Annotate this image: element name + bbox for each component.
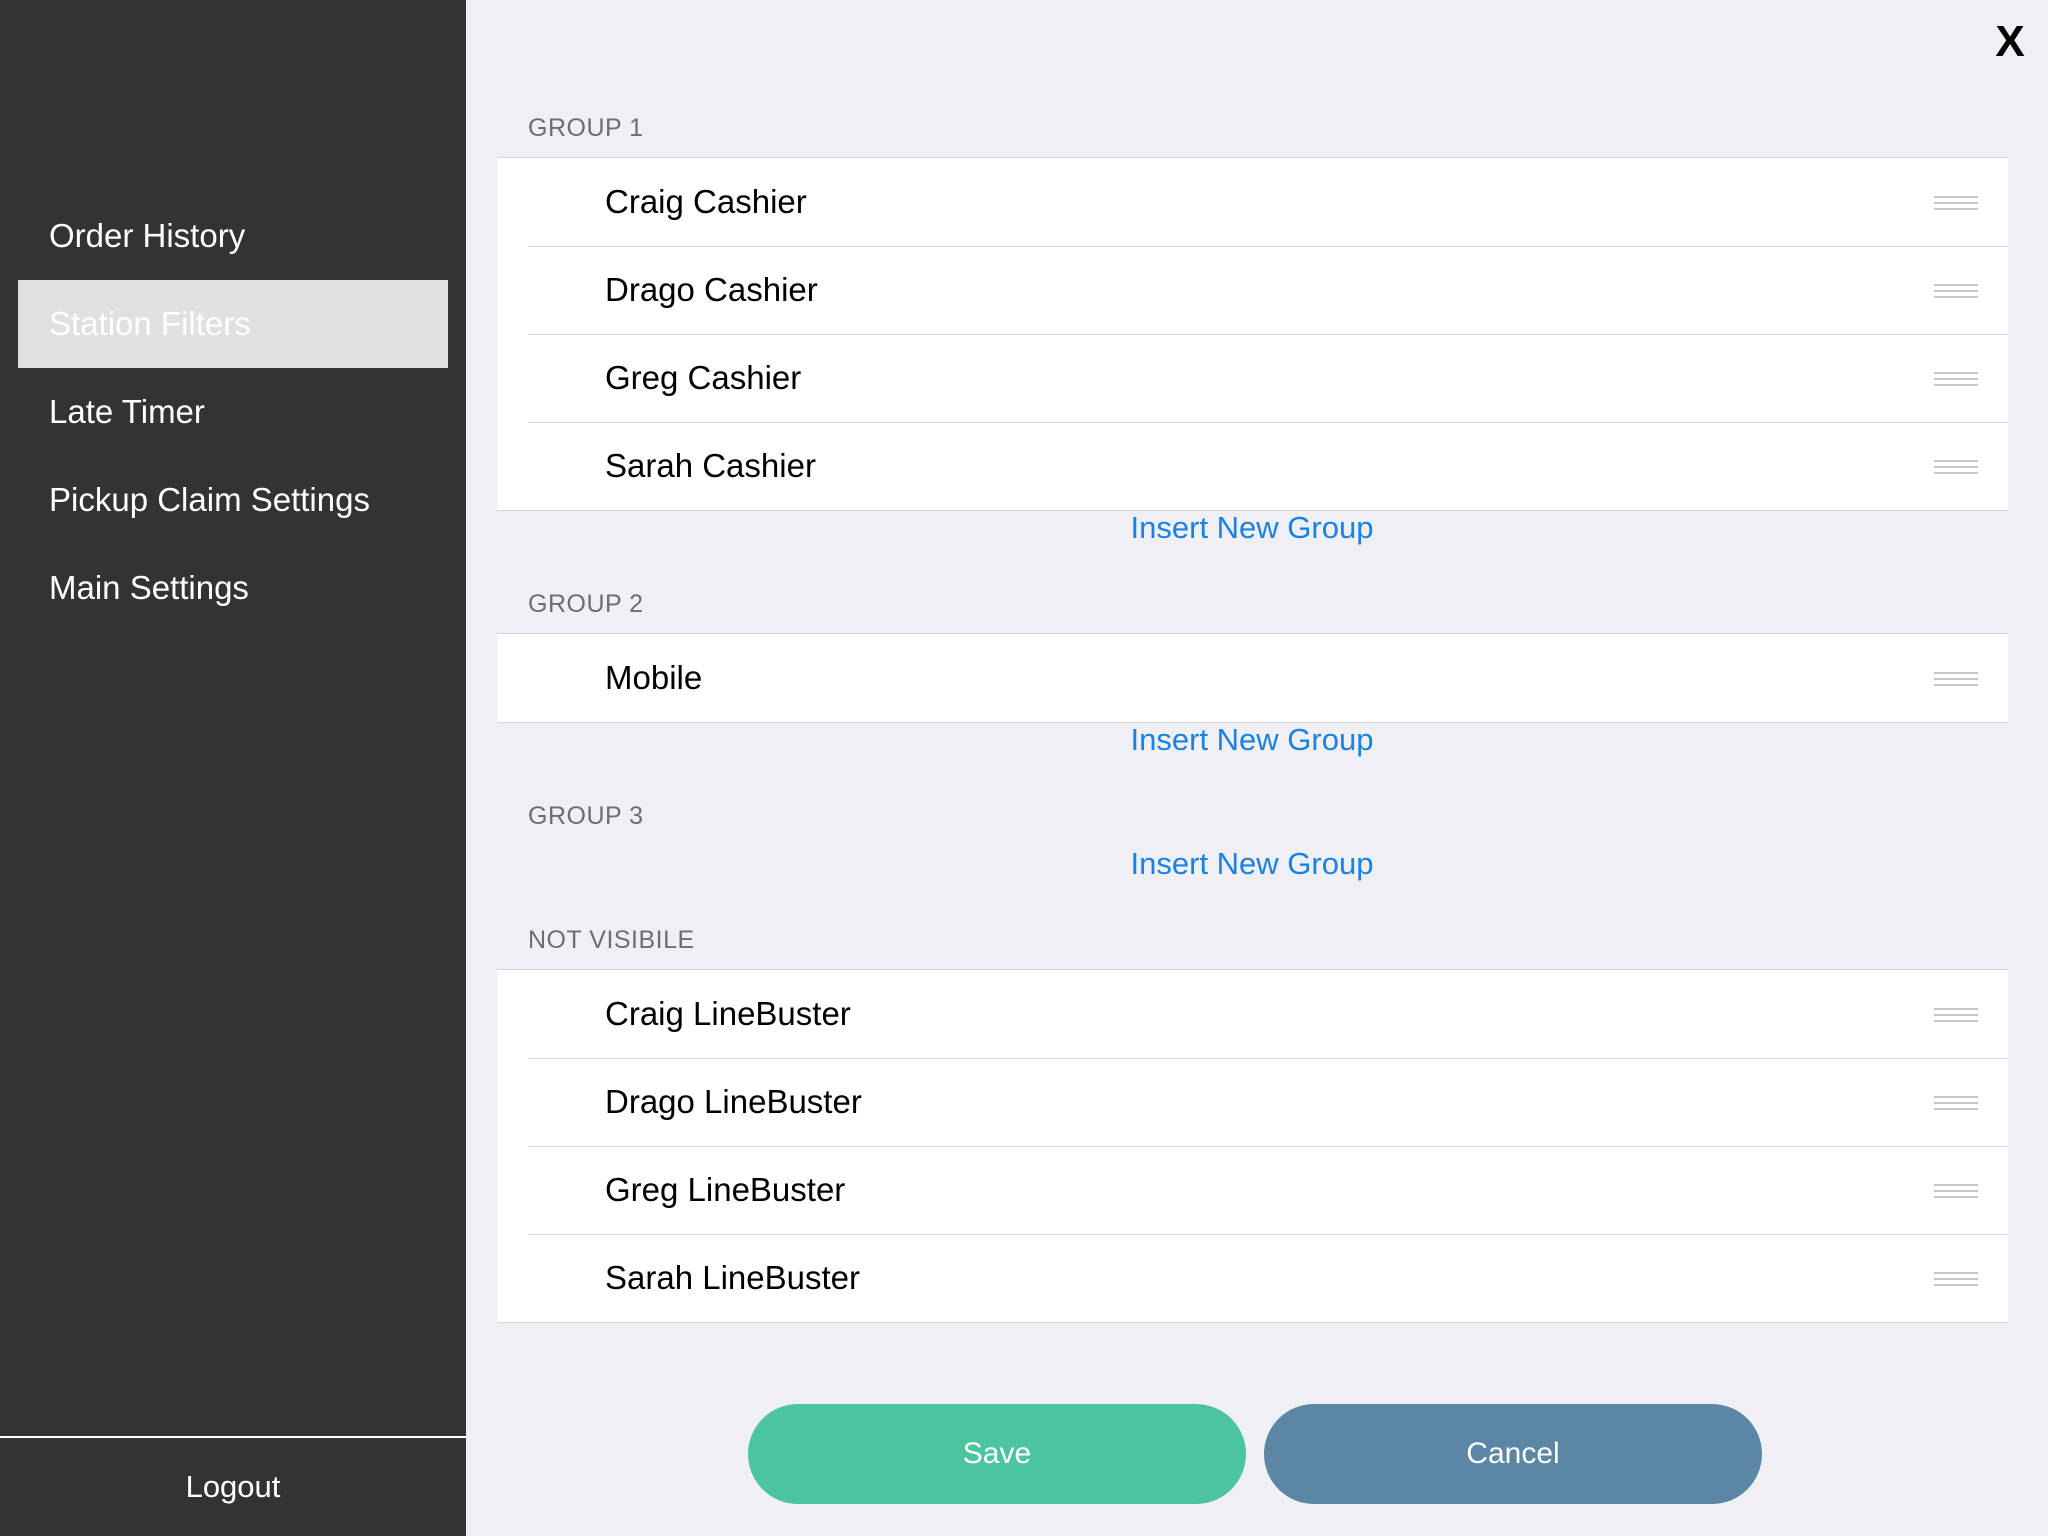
drag-handle-icon[interactable]	[1934, 1272, 1978, 1286]
not-visible-list: Craig LineBuster Drago LineBuster Greg L…	[497, 969, 2008, 1323]
drag-handle-icon[interactable]	[1934, 460, 1978, 474]
sidebar-item-station-filters[interactable]: Station Filters	[18, 280, 448, 368]
drag-handle-icon[interactable]	[1934, 1184, 1978, 1198]
list-item[interactable]: Drago Cashier	[497, 246, 2008, 334]
close-button[interactable]: X	[1985, 14, 2035, 70]
list-item-label: Drago LineBuster	[605, 1083, 862, 1120]
list-item-label: Mobile	[605, 659, 703, 696]
list-item-label: Greg Cashier	[605, 359, 802, 396]
list-item-label: Craig Cashier	[605, 183, 807, 220]
sidebar-item-pickup-claim-settings[interactable]: Pickup Claim Settings	[18, 456, 448, 544]
group-2-list: Mobile	[497, 633, 2008, 723]
drag-handle-icon[interactable]	[1934, 284, 1978, 298]
group-1-list: Craig Cashier Drago Cashier Greg Cashier…	[497, 157, 2008, 511]
drag-handle-icon[interactable]	[1934, 672, 1978, 686]
save-button[interactable]: Save	[748, 1404, 1246, 1504]
group-1-header: GROUP 1	[528, 114, 644, 142]
list-item[interactable]: Mobile	[497, 634, 2008, 722]
drag-handle-icon[interactable]	[1934, 372, 1978, 386]
list-item-label: Greg LineBuster	[605, 1171, 846, 1208]
list-item[interactable]: Drago LineBuster	[497, 1058, 2008, 1146]
logout-button[interactable]: Logout	[0, 1438, 466, 1536]
insert-new-group-link-3[interactable]: Insert New Group	[1052, 842, 1452, 886]
list-item-label: Sarah LineBuster	[605, 1259, 860, 1296]
not-visible-header: NOT VISIBILE	[528, 926, 695, 954]
insert-new-group-link-2[interactable]: Insert New Group	[1052, 718, 1452, 762]
drag-handle-icon[interactable]	[1934, 1008, 1978, 1022]
group-3-header: GROUP 3	[528, 802, 644, 830]
list-item[interactable]: Sarah LineBuster	[497, 1234, 2008, 1322]
sidebar-item-late-timer[interactable]: Late Timer	[18, 368, 448, 456]
list-item-label: Sarah Cashier	[605, 447, 816, 484]
cancel-button[interactable]: Cancel	[1264, 1404, 1762, 1504]
list-item[interactable]: Greg LineBuster	[497, 1146, 2008, 1234]
list-item[interactable]: Craig Cashier	[497, 158, 2008, 246]
sidebar: Order History Station Filters Late Timer…	[0, 0, 466, 1536]
list-item[interactable]: Sarah Cashier	[497, 422, 2008, 510]
sidebar-item-main-settings[interactable]: Main Settings	[18, 544, 448, 632]
list-item-label: Craig LineBuster	[605, 995, 851, 1032]
insert-new-group-link-1[interactable]: Insert New Group	[1052, 506, 1452, 550]
drag-handle-icon[interactable]	[1934, 196, 1978, 210]
sidebar-item-order-history[interactable]: Order History	[18, 192, 448, 280]
list-item-label: Drago Cashier	[605, 271, 818, 308]
drag-handle-icon[interactable]	[1934, 1096, 1978, 1110]
group-2-header: GROUP 2	[528, 590, 644, 618]
list-item[interactable]: Craig LineBuster	[497, 970, 2008, 1058]
list-item[interactable]: Greg Cashier	[497, 334, 2008, 422]
